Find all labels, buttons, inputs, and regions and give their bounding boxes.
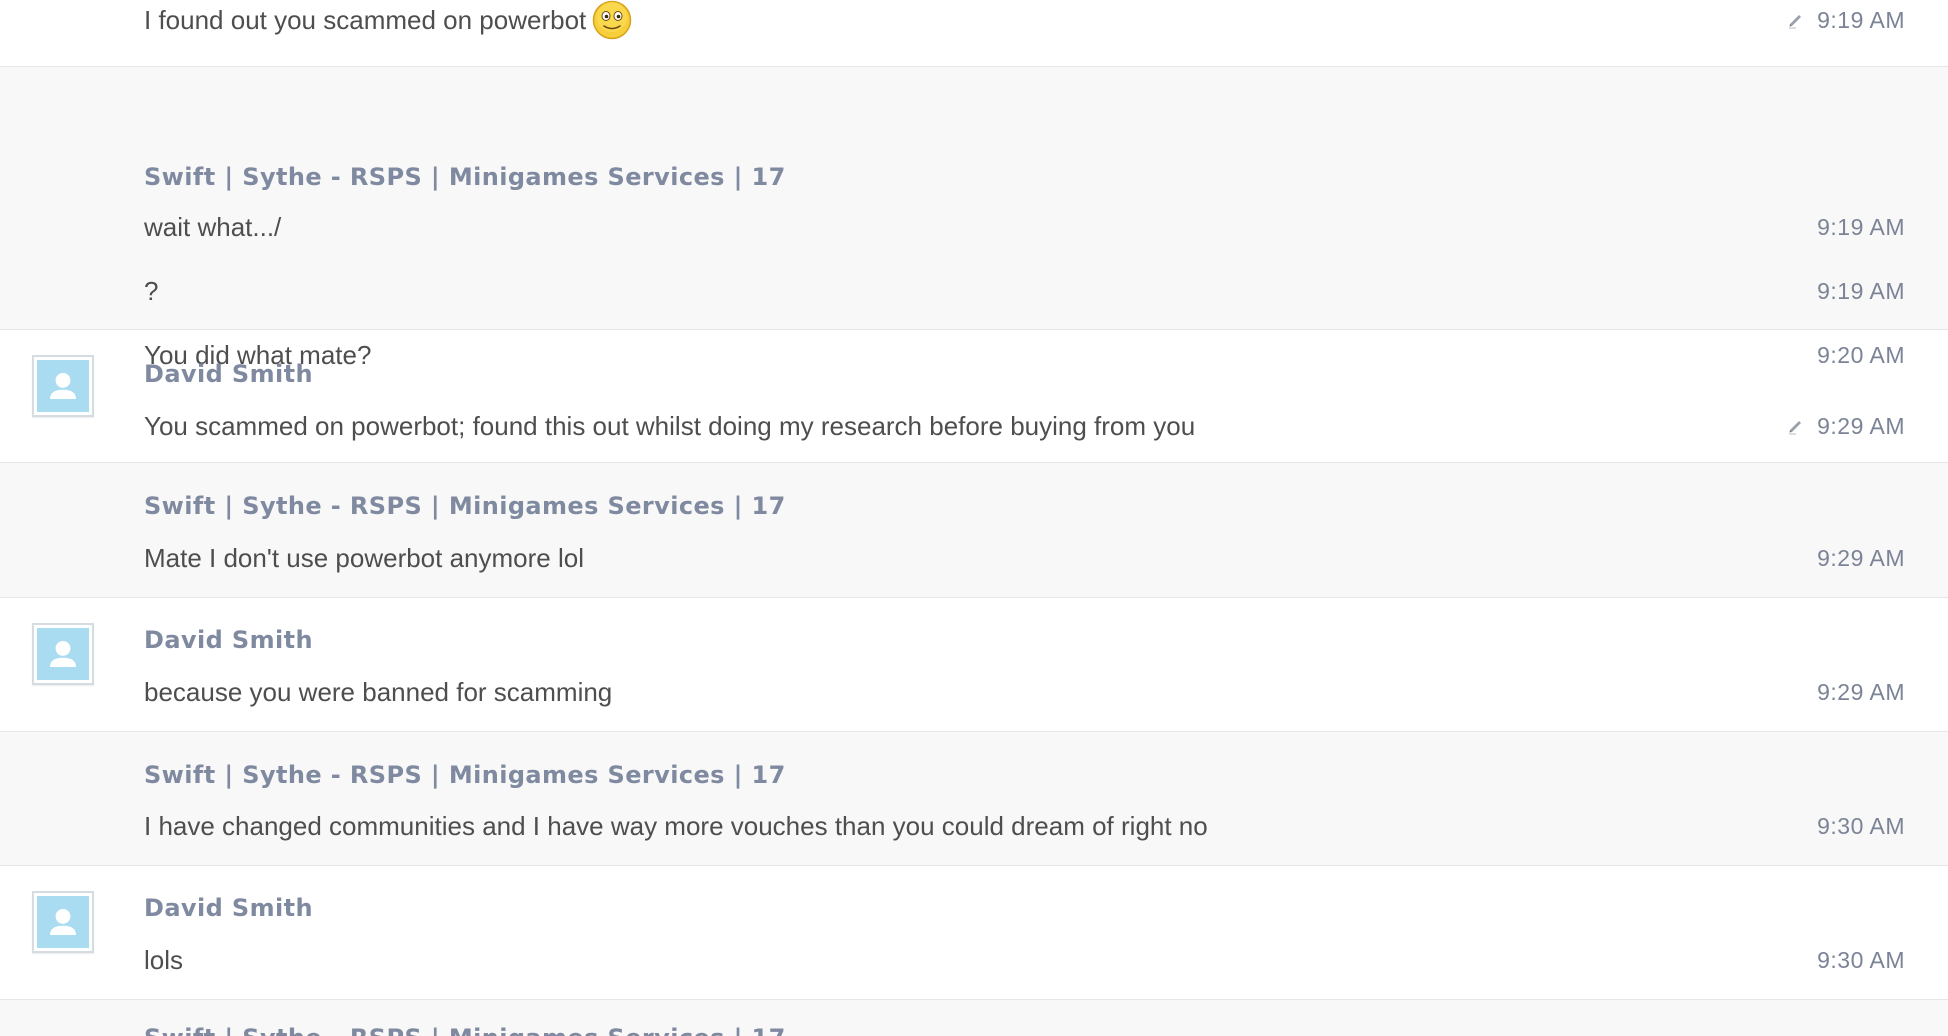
message-text: I have changed communities and I have wa… [144, 811, 1208, 841]
sender-name[interactable]: Swift | Sythe - RSPS | Minigames Service… [144, 492, 786, 520]
message[interactable]: I found out you scammed on powerbot 9:19… [0, 0, 1948, 40]
message-text: because you were banned for scamming [144, 677, 613, 707]
message-group: David Smith lols 9:30 AM [0, 866, 1948, 1000]
chat-history[interactable]: I found out you scammed on powerbot 9:19… [0, 0, 1948, 1036]
message-text: Mate I don't use powerbot anymore lol [144, 543, 584, 573]
pencil-icon [1787, 11, 1805, 29]
smile-emoji-icon [592, 0, 632, 40]
message-group: Swift | Sythe - RSPS | Minigames Service… [0, 463, 1948, 598]
message[interactable]: I have changed communities and I have wa… [0, 806, 1948, 846]
sender-name[interactable]: David Smith [144, 360, 313, 388]
sender-name[interactable]: Swift | Sythe - RSPS | Minigames Service… [144, 163, 786, 191]
timestamp: 9:30 AM [1817, 813, 1905, 839]
sender-name[interactable]: Swift | Sythe - RSPS | Minigames Service… [144, 1024, 786, 1036]
pencil-icon [1787, 417, 1805, 435]
timestamp: 9:19 AM [1817, 214, 1905, 240]
sender-name[interactable]: Swift | Sythe - RSPS | Minigames Service… [144, 761, 786, 789]
default-user-avatar-icon [37, 360, 89, 412]
message-text: You scammed on powerbot; found this out … [144, 411, 1196, 441]
timestamp: 9:19 AM [1817, 278, 1905, 304]
message[interactable]: Mate I don't use powerbot anymore lol 9:… [0, 538, 1948, 578]
timestamp: 9:30 AM [1817, 947, 1905, 973]
timestamp: 9:29 AM [1817, 679, 1905, 705]
sender-name[interactable]: David Smith [144, 894, 313, 922]
message-text: lols [144, 945, 184, 975]
message-group: Swift | Sythe - RSPS | Minigames Service… [0, 732, 1948, 866]
message-group: David Smith You scammed on powerbot; fou… [0, 330, 1948, 463]
message[interactable]: You scammed on powerbot; found this out … [0, 406, 1948, 446]
message-group: I found out you scammed on powerbot 9:19… [0, 0, 1948, 67]
message-group: David Smith because you were banned for … [0, 598, 1948, 732]
timestamp: 9:19 AM [1817, 7, 1905, 33]
message-group: Swift | Sythe - RSPS | Minigames Service… [0, 1000, 1948, 1036]
message-group: Swift | Sythe - RSPS | Minigames Service… [0, 67, 1948, 370]
message-text: I found out you scammed on powerbot [144, 0, 632, 40]
message[interactable]: lols 9:30 AM [0, 940, 1948, 980]
timestamp: 9:29 AM [1817, 545, 1905, 571]
message-text: wait what.../ [144, 212, 282, 242]
message-text: ? [144, 276, 159, 306]
message[interactable]: ? 9:19 AM [0, 271, 1948, 311]
message[interactable]: because you were banned for scamming 9:2… [0, 672, 1948, 712]
sender-name[interactable]: David Smith [144, 626, 313, 654]
message[interactable]: wait what.../ 9:19 AM [0, 207, 1948, 247]
timestamp: 9:29 AM [1817, 413, 1905, 439]
